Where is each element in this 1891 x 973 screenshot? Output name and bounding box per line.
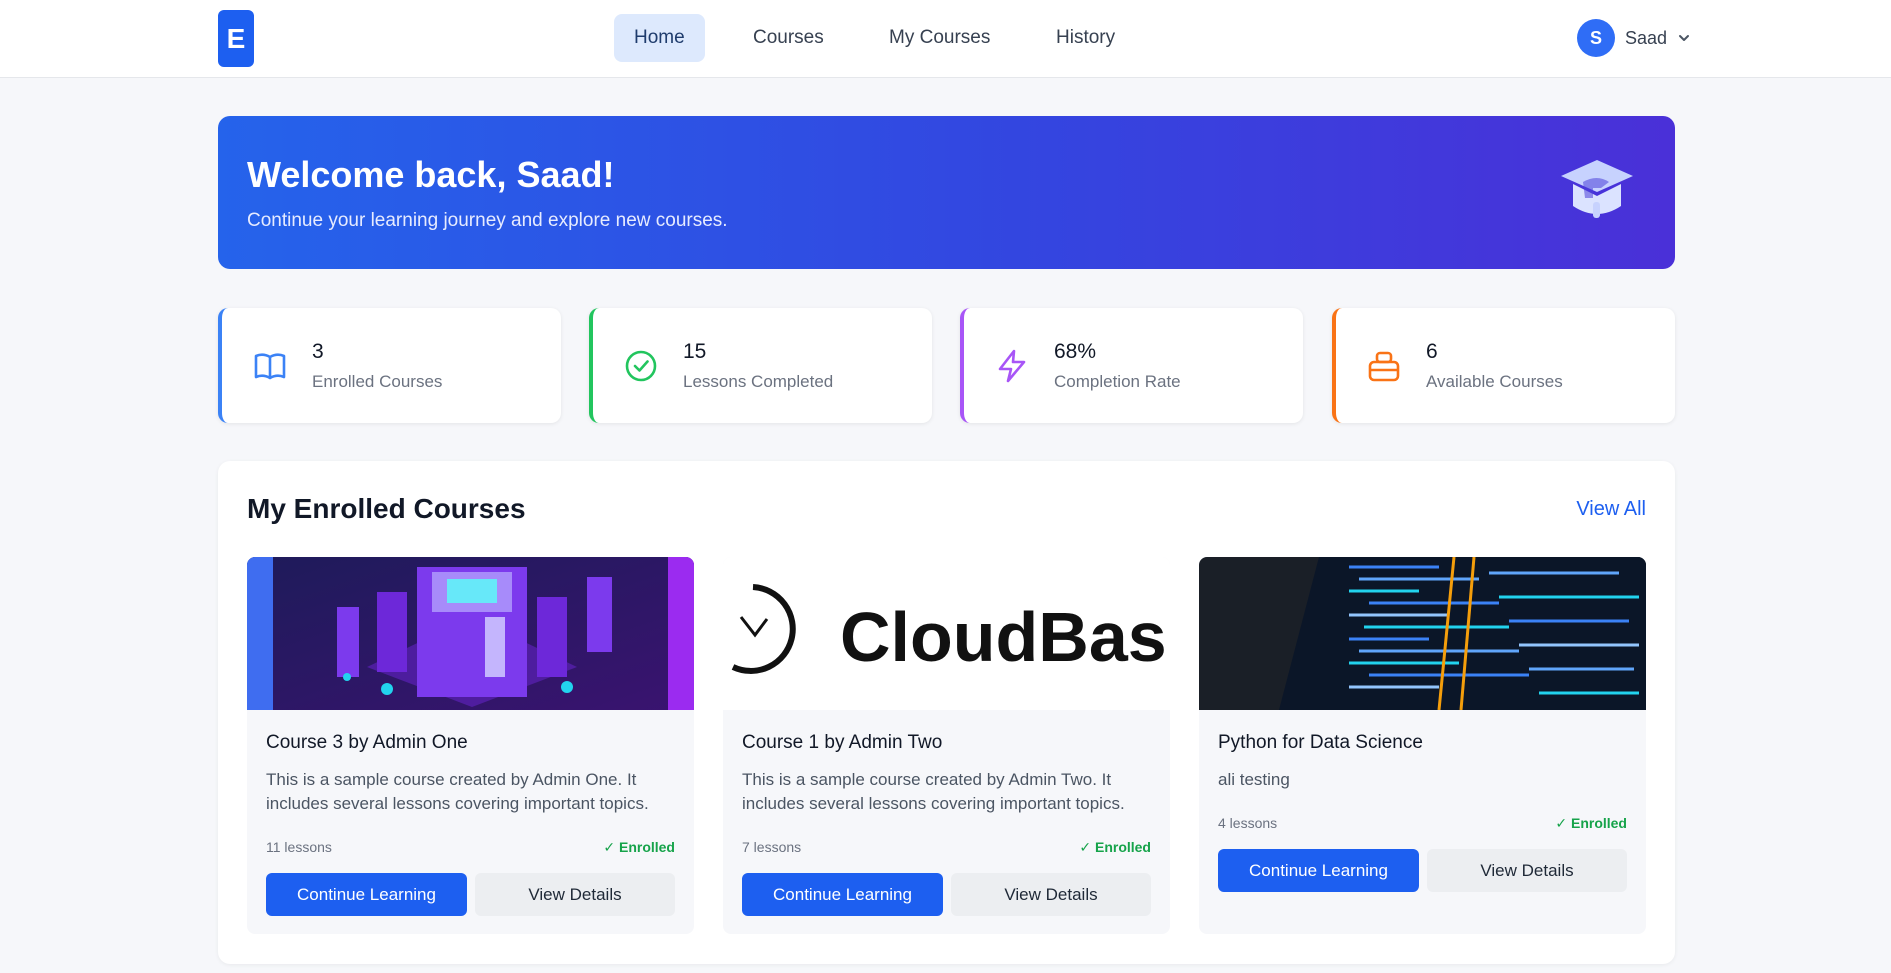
stat-label: Available Courses	[1426, 372, 1563, 391]
nav-courses[interactable]: Courses	[733, 14, 844, 62]
stat-value: 68%	[1054, 340, 1097, 363]
course-thumbnail[interactable]: CloudBas	[723, 557, 1170, 710]
stat-value: 15	[683, 340, 707, 363]
welcome-banner: Welcome back, Saad! Continue your learni…	[218, 116, 1675, 269]
user-name: Saad	[1624, 27, 1667, 48]
view-details-button[interactable]: View Details	[951, 873, 1151, 916]
book-open-icon	[254, 353, 286, 380]
course-description: This is a sample course created by Admin…	[266, 770, 649, 813]
view-all-link[interactable]: View All	[1576, 498, 1646, 521]
course-thumbnail[interactable]	[247, 557, 694, 710]
continue-learning-button[interactable]: Continue Learning	[1218, 849, 1419, 892]
nav-history[interactable]: History	[1036, 14, 1135, 62]
lesson-count: 11 lessons	[266, 839, 332, 855]
course-title[interactable]: Course 1 by Admin Two	[742, 732, 942, 754]
view-details-button[interactable]: View Details	[475, 873, 675, 916]
welcome-subtitle: Continue your learning journey and explo…	[247, 210, 728, 231]
check-circle-icon	[625, 350, 657, 382]
nav-my-courses[interactable]: My Courses	[869, 14, 1010, 62]
app-logo[interactable]: E	[218, 10, 254, 67]
course-card: Python for Data Science ali testing 4 le…	[1199, 557, 1646, 934]
stat-value: 3	[312, 340, 324, 363]
continue-learning-button[interactable]: Continue Learning	[266, 873, 467, 916]
chevron-down-icon	[1679, 35, 1689, 41]
continue-learning-button[interactable]: Continue Learning	[742, 873, 943, 916]
briefcase-icon	[1368, 351, 1400, 382]
top-navbar: E Home Courses My Courses History S Saad	[0, 0, 1891, 78]
stat-value: 6	[1426, 340, 1438, 363]
course-card: CloudBas Course 1 by Admin Two This is a…	[723, 557, 1170, 934]
view-details-button[interactable]: View Details	[1427, 849, 1627, 892]
thumbnail-logo-text: CloudBas	[840, 598, 1167, 676]
course-description: This is a sample course created by Admin…	[742, 770, 1125, 813]
stat-completion-rate: 68% Completion Rate	[960, 308, 1303, 423]
enrolled-badge: ✓ Enrolled	[603, 839, 675, 855]
stat-label: Enrolled Courses	[312, 372, 443, 391]
nav-home[interactable]: Home	[614, 14, 705, 62]
welcome-title: Welcome back, Saad!	[247, 154, 615, 195]
stat-label: Completion Rate	[1054, 372, 1181, 391]
lesson-count: 7 lessons	[742, 839, 802, 855]
course-thumbnail[interactable]	[1199, 557, 1646, 710]
graduation-cap-icon	[1561, 160, 1633, 218]
stat-lessons-completed: 15 Lessons Completed	[589, 308, 932, 423]
lightning-icon	[998, 349, 1026, 383]
course-title[interactable]: Course 3 by Admin One	[266, 732, 468, 754]
stat-label: Lessons Completed	[683, 372, 834, 391]
course-description: ali testing	[1218, 770, 1290, 789]
enrolled-badge: ✓ Enrolled	[1079, 839, 1151, 855]
avatar: S	[1576, 19, 1615, 57]
enrolled-courses-section: My Enrolled Courses View All Course 3 by…	[218, 461, 1675, 964]
course-card: Course 3 by Admin One This is a sample c…	[247, 557, 694, 934]
stat-enrolled-courses: 3 Enrolled Courses	[218, 308, 561, 423]
enrolled-badge: ✓ Enrolled	[1555, 815, 1627, 831]
lesson-count: 4 lessons	[1218, 815, 1278, 831]
stat-available-courses: 6 Available Courses	[1332, 308, 1675, 423]
user-menu[interactable]: S Saad	[1576, 19, 1691, 57]
section-title: My Enrolled Courses	[247, 493, 526, 524]
course-title[interactable]: Python for Data Science	[1218, 732, 1423, 754]
